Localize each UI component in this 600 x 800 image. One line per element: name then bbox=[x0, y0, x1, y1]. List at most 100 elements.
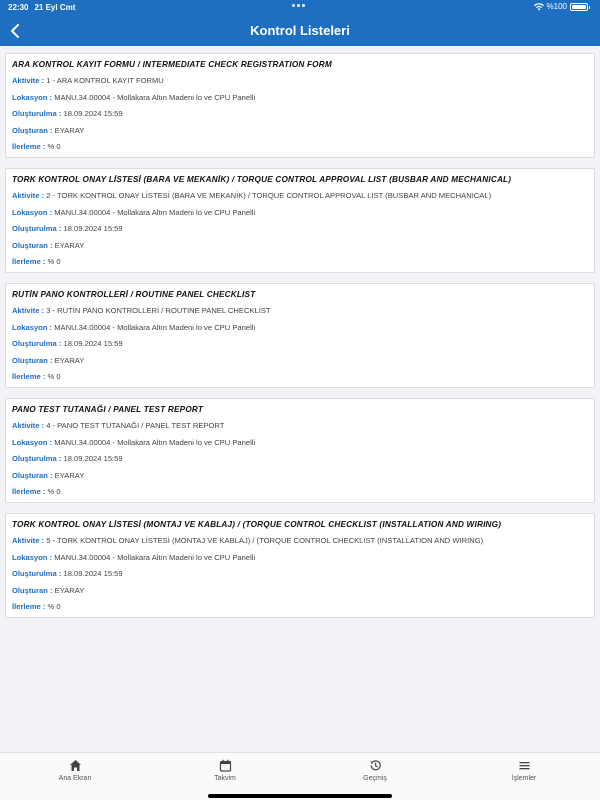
created-at-row: Oluşturulma : 18.09.2024 15:59 bbox=[12, 109, 588, 126]
created-at-value: 18.09.2024 15:59 bbox=[63, 569, 123, 578]
menu-icon bbox=[519, 762, 529, 770]
checklist-card-2[interactable]: TORK KONTROL ONAY LİSTESİ (BARA VE MEKAN… bbox=[5, 168, 595, 273]
created-by-value: EYARAY bbox=[54, 585, 85, 595]
activity-value: 3 - RUTİN PANO KONTROLLERİ / ROUTINE PAN… bbox=[46, 306, 271, 315]
checklist-card-5[interactable]: TORK KONTROL ONAY LİSTESİ (MONTAJ VE KAB… bbox=[5, 513, 595, 618]
location-value: MANU.34.00004 - Mollakara Altın Madeni l… bbox=[54, 437, 256, 447]
checklist-list: ARA KONTROL KAYIT FORMU / INTERMEDIATE C… bbox=[5, 53, 595, 628]
checklist-card-4[interactable]: PANO TEST TUTANAĞI / PANEL TEST REPORT A… bbox=[5, 398, 595, 503]
progress-value: % 0 bbox=[47, 257, 61, 266]
card-title: RUTİN PANO KONTROLLERİ / ROUTINE PANEL C… bbox=[12, 290, 256, 299]
activity-row: Aktivite : 3 - RUTİN PANO KONTROLLERİ / … bbox=[12, 306, 588, 323]
progress-row: İlerleme : % 0 bbox=[12, 487, 588, 504]
activity-value: 1 - ARA KONTROL KAYIT FORMU bbox=[46, 76, 164, 85]
created-at-value: 18.09.2024 15:59 bbox=[63, 454, 123, 463]
progress-value: % 0 bbox=[47, 372, 61, 381]
home-icon bbox=[69, 760, 81, 771]
location-label: Lokasyon : bbox=[12, 552, 53, 562]
card-title: TORK KONTROL ONAY LİSTESİ (MONTAJ VE KAB… bbox=[12, 520, 502, 529]
location-label: Lokasyon : bbox=[12, 437, 53, 447]
location-value: MANU.34.00004 - Mollakara Altın Madeni l… bbox=[54, 322, 256, 332]
progress-value: % 0 bbox=[47, 142, 61, 151]
tab-history-label: Geçmiş bbox=[363, 775, 387, 782]
activity-label: Aktivite : bbox=[12, 76, 45, 85]
created-at-row: Oluşturulma : 18.09.2024 15:59 bbox=[12, 224, 588, 241]
created-at-label: Oluşturulma : bbox=[12, 569, 62, 578]
created-at-row: Oluşturulma : 18.09.2024 15:59 bbox=[12, 454, 588, 471]
progress-label: İlerleme : bbox=[12, 257, 46, 266]
created-at-value: 18.09.2024 15:59 bbox=[63, 339, 123, 348]
progress-row: İlerleme : % 0 bbox=[12, 372, 588, 389]
calendar-icon bbox=[219, 759, 231, 772]
created-by-value: EYARAY bbox=[54, 125, 85, 135]
progress-value: % 0 bbox=[47, 602, 61, 611]
progress-value: % 0 bbox=[47, 487, 61, 496]
status-bar: 22:30 21 Eyl Cmt %100 bbox=[0, 0, 600, 14]
created-at-row: Oluşturulma : 18.09.2024 15:59 bbox=[12, 569, 588, 586]
created-by-row: Oluşturan : EYARAY bbox=[12, 126, 588, 143]
created-at-label: Oluşturulma : bbox=[12, 339, 62, 348]
checklist-card-1[interactable]: ARA KONTROL KAYIT FORMU / INTERMEDIATE C… bbox=[5, 53, 595, 158]
created-by-label: Oluşturan : bbox=[12, 470, 53, 480]
activity-label: Aktivite : bbox=[12, 421, 45, 430]
checklist-card-3[interactable]: RUTİN PANO KONTROLLERİ / ROUTINE PANEL C… bbox=[5, 283, 595, 388]
tab-bar: Ana Ekran Takvim Geçmiş İşlemler bbox=[0, 752, 600, 800]
location-value: MANU.34.00004 - Mollakara Altın Madeni l… bbox=[54, 207, 256, 217]
progress-label: İlerleme : bbox=[12, 602, 46, 611]
card-title: TORK KONTROL ONAY LİSTESİ (BARA VE MEKAN… bbox=[12, 175, 512, 184]
home-indicator[interactable] bbox=[208, 794, 392, 798]
progress-row: İlerleme : % 0 bbox=[12, 602, 588, 619]
progress-label: İlerleme : bbox=[12, 142, 46, 151]
created-by-label: Oluşturan : bbox=[12, 240, 53, 250]
created-by-row: Oluşturan : EYARAY bbox=[12, 471, 588, 488]
created-by-row: Oluşturan : EYARAY bbox=[12, 241, 588, 258]
page-title: Kontrol Listeleri bbox=[250, 23, 350, 38]
progress-label: İlerleme : bbox=[12, 372, 46, 381]
tab-operations[interactable]: İşlemler bbox=[484, 759, 564, 782]
activity-value: 5 - TORK KONTROL ONAY LİSTESİ (MONTAJ VE… bbox=[46, 536, 484, 545]
activity-value: 2 - TORK KONTROL ONAY LİSTESİ (BARA VE M… bbox=[46, 191, 492, 200]
activity-row: Aktivite : 4 - PANO TEST TUTANAĞI / PANE… bbox=[12, 421, 588, 438]
created-by-label: Oluşturan : bbox=[12, 585, 53, 595]
status-time: 22:30 bbox=[8, 2, 29, 12]
activity-label: Aktivite : bbox=[12, 306, 45, 315]
created-at-row: Oluşturulma : 18.09.2024 15:59 bbox=[12, 339, 588, 356]
created-at-label: Oluşturulma : bbox=[12, 454, 62, 463]
activity-label: Aktivite : bbox=[12, 191, 45, 200]
location-label: Lokasyon : bbox=[12, 322, 53, 332]
created-at-label: Oluşturulma : bbox=[12, 224, 62, 233]
battery-percent: %100 bbox=[546, 2, 567, 11]
created-at-label: Oluşturulma : bbox=[12, 109, 62, 118]
created-at-value: 18.09.2024 15:59 bbox=[63, 109, 123, 118]
activity-row: Aktivite : 5 - TORK KONTROL ONAY LİSTESİ… bbox=[12, 536, 588, 553]
location-value: MANU.34.00004 - Mollakara Altın Madeni l… bbox=[54, 552, 256, 562]
location-label: Lokasyon : bbox=[12, 92, 53, 102]
progress-row: İlerleme : % 0 bbox=[12, 142, 588, 159]
created-by-row: Oluşturan : EYARAY bbox=[12, 356, 588, 373]
activity-row: Aktivite : 1 - ARA KONTROL KAYIT FORMU bbox=[12, 76, 588, 93]
history-icon bbox=[369, 760, 381, 771]
tab-calendar[interactable]: Takvim bbox=[185, 759, 265, 782]
location-row: Lokasyon : MANU.34.00004 - Mollakara Alt… bbox=[12, 553, 588, 570]
activity-label: Aktivite : bbox=[12, 536, 45, 545]
progress-label: İlerleme : bbox=[12, 487, 46, 496]
tab-history[interactable]: Geçmiş bbox=[335, 759, 415, 782]
activity-value: 4 - PANO TEST TUTANAĞI / PANEL TEST REPO… bbox=[46, 421, 225, 430]
created-by-value: EYARAY bbox=[54, 355, 85, 365]
tab-home-label: Ana Ekran bbox=[58, 775, 92, 782]
location-label: Lokasyon : bbox=[12, 207, 53, 217]
location-row: Lokasyon : MANU.34.00004 - Mollakara Alt… bbox=[12, 323, 588, 340]
tab-home[interactable]: Ana Ekran bbox=[35, 759, 115, 782]
created-by-value: EYARAY bbox=[54, 470, 85, 480]
location-row: Lokasyon : MANU.34.00004 - Mollakara Alt… bbox=[12, 93, 588, 110]
progress-row: İlerleme : % 0 bbox=[12, 257, 588, 274]
created-by-row: Oluşturan : EYARAY bbox=[12, 586, 588, 603]
wifi-icon bbox=[533, 2, 544, 10]
created-at-value: 18.09.2024 15:59 bbox=[63, 224, 123, 233]
tab-calendar-label: Takvim bbox=[214, 775, 236, 782]
tab-operations-label: İşlemler bbox=[511, 775, 537, 782]
card-title: PANO TEST TUTANAĞI / PANEL TEST REPORT bbox=[12, 405, 204, 414]
card-title: ARA KONTROL KAYIT FORMU / INTERMEDIATE C… bbox=[12, 60, 332, 69]
battery-icon bbox=[570, 2, 590, 11]
multitasking-dots-icon[interactable] bbox=[292, 4, 305, 7]
